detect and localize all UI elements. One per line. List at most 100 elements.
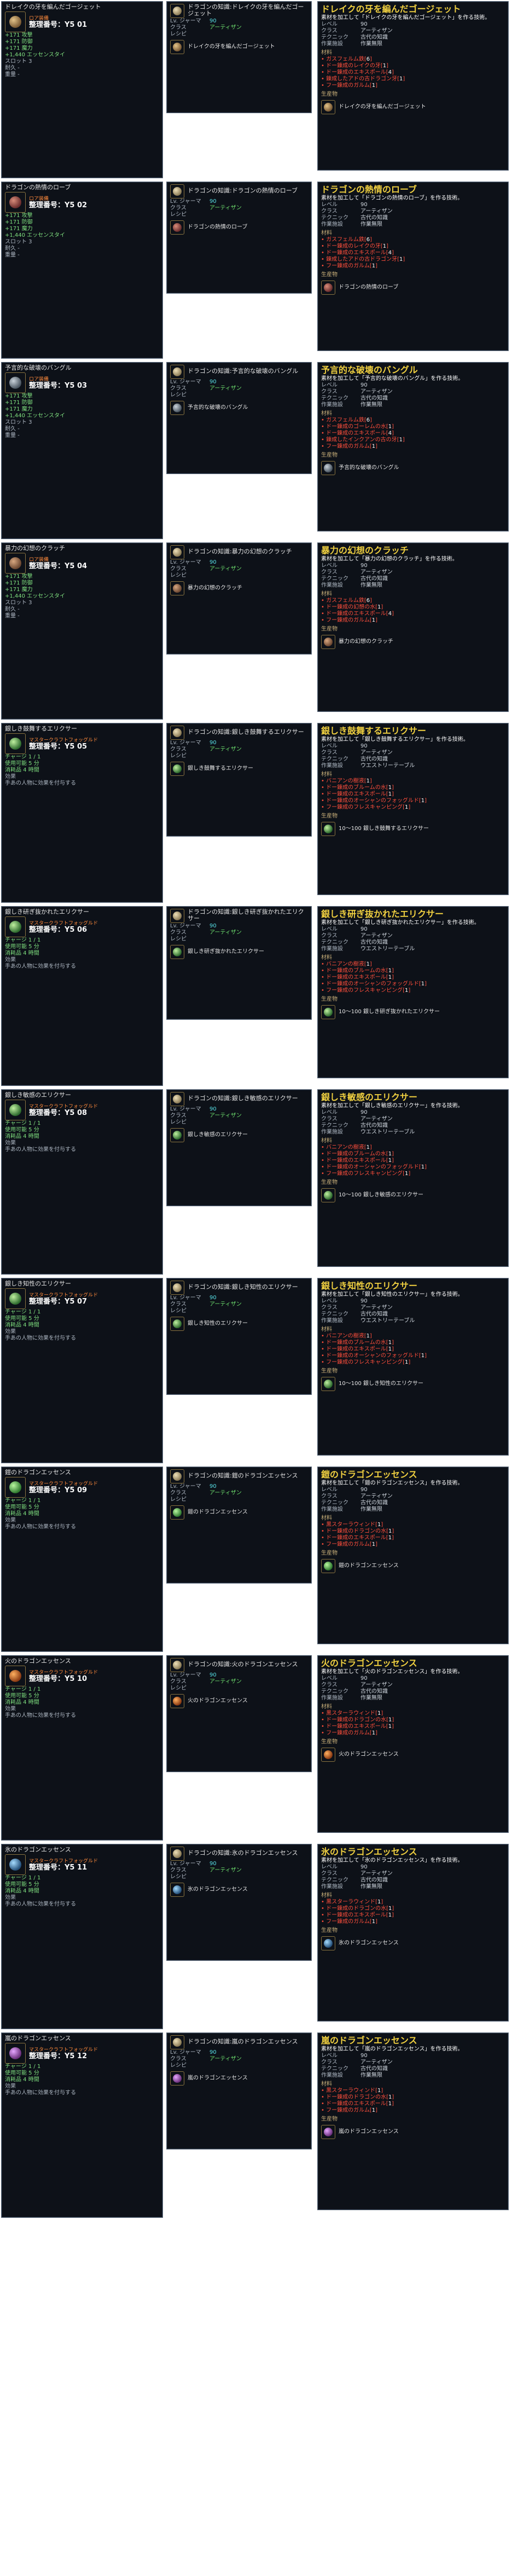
- product-label: 生産物: [321, 813, 338, 819]
- item-stat: 使用可能 5 分: [5, 1316, 39, 1322]
- material-bullet-icon: •: [321, 237, 327, 243]
- item-detail: 重量 -: [5, 252, 20, 258]
- craft-description: 素材を加工して「氷のドラゴンエッセンス」を作る技術。: [321, 1857, 463, 1864]
- item-header-row: マスタークラフトフォッグルド 整理番号：Y5 10: [5, 1666, 159, 1686]
- craft-class-label: クラス: [321, 208, 338, 214]
- item-stat-list: +171 攻撃 +171 防御 +171 魔力 +1,440 エッセンスタイ: [5, 213, 159, 239]
- craft-description: 素材を加工して「ドラゴンの熱情のローブ」を作る技術。: [321, 195, 463, 201]
- item-detail: 重量 -: [5, 72, 20, 78]
- product-name: ドラゴンの熱情のローブ: [339, 284, 399, 290]
- craft-technique-label: テクニック: [321, 395, 348, 401]
- craft-technique-value: 古代の知識: [360, 1500, 388, 1506]
- material-item: • 黒スターラウィンド[1]: [321, 1522, 505, 1528]
- recipe-sub-label: レシピ: [170, 1308, 187, 1314]
- craft-level-value: 90: [360, 21, 368, 27]
- material-name: 錬成したアドの古ドラゴン牙: [326, 256, 398, 262]
- material-name: フー錬成のガルム: [326, 1541, 370, 1547]
- craft-technique-value: 古代の知識: [360, 576, 388, 582]
- item-title: 暴力の幻想のクラッチ: [5, 545, 65, 552]
- recipe-tooltip: ドラゴンの知識:銀しき敏感のエリクサー Lv. ジャーマ 90 クラス アーティザン…: [166, 1089, 312, 1206]
- craft-facility-label: 作業施設: [321, 582, 343, 588]
- material-name: ガスフェルム鉄: [326, 56, 364, 62]
- material-bullet-icon: •: [321, 1535, 327, 1541]
- product-name: 10〜100 銀しき知性のエリクサー: [339, 1381, 423, 1387]
- recipe-level-value: 90: [210, 923, 217, 929]
- recipe-class-value: アーティザン: [210, 1490, 242, 1496]
- crafting-entry: 銀しき研ぎ抜かれたエリクサー マスタークラフトフォッグルド 整理番号：Y5 06…: [0, 905, 512, 1088]
- craft-facility-label: 作業施設: [321, 41, 343, 47]
- craft-facility-label: 作業施設: [321, 1506, 343, 1512]
- craft-description: 素材を加工して「銀しき鼓舞するエリクサー」を作る技術。: [321, 737, 469, 743]
- item-detail: 手あの人物に効果を付与する: [5, 2090, 76, 2096]
- product-icon: [321, 1377, 335, 1391]
- item-detail-list: スロット 3 耐久 - 重量 -: [5, 419, 159, 439]
- product-icon: [321, 1005, 335, 1019]
- scroll-icon: [170, 1092, 184, 1106]
- materials-list: • ガスフェルム鉄[6] • ドー錬成のレイクの牙[1] • ドー錬成のエキスポール…: [321, 56, 505, 89]
- item-tooltip: 暴力の幻想のクラッチ ロア装備 整理番号：Y5 04 +171 攻撃 +171 防…: [1, 542, 163, 720]
- recipe-tooltip: ドラゴンの知識:銀しき研ぎ抜かれたエリクサー Lv. ジャーマ 90 クラス アーテ…: [166, 906, 312, 1020]
- item-stat-list: チャージ 1 / 1 使用可能 5 分消耗品 4 時間: [5, 1309, 159, 1329]
- recipe-class-value: アーティザン: [210, 566, 242, 572]
- craft-level-label: レベル: [321, 2053, 338, 2059]
- craft-description: 素材を加工して「暴力の幻想のクラッチ」を作る技術。: [321, 556, 458, 562]
- craft-title: 火のドラゴンエッセンス: [321, 1658, 417, 1668]
- item-icon: [5, 192, 26, 213]
- item-title: 鎧のドラゴンエッセンス: [5, 1469, 71, 1476]
- bracket-close: ]: [403, 76, 405, 82]
- material-item: • ドー錬成のオーシャンのフォッグルド[1]: [321, 981, 505, 988]
- material-name: フー錬成のフレスキャンピング: [326, 804, 403, 810]
- bracket-close: ]: [370, 417, 373, 423]
- recipe-sub-label: レシピ: [170, 1497, 187, 1503]
- recipe-product-name: 銀しき鼓舞するエリクサー: [188, 766, 253, 772]
- material-item: • ドー錬成のエキスポール[4]: [321, 611, 505, 617]
- craft-skill-tooltip: 銀しき鼓舞するエリクサー 素材を加工して「銀しき鼓舞するエリクサー」を作る技術。…: [317, 723, 509, 895]
- crafting-entry: 予言的な破壊のバングル ロア装備 整理番号：Y5 03 +171 攻撃 +171 …: [0, 361, 512, 541]
- recipe-sub-label: レシピ: [170, 212, 187, 218]
- recipe-sub-label: レシピ: [170, 936, 187, 942]
- bracket-close: ]: [375, 617, 378, 623]
- item-detail-list: 効果 手あの人物に効果を付与する: [5, 774, 159, 787]
- item-stat: 消耗品 4 時間: [5, 1699, 39, 1705]
- craft-technique-label: テクニック: [321, 34, 348, 40]
- material-bullet-icon: •: [321, 617, 327, 623]
- item-detail: 耐久 -: [5, 606, 20, 612]
- material-name: ドー錬成のオーシャンのフォッグルド: [326, 1353, 419, 1359]
- scroll-icon: [170, 2035, 184, 2049]
- product-icon: [321, 100, 335, 114]
- recipe-product-name: 鎧のドラゴンエッセンス: [188, 1509, 248, 1515]
- material-bullet-icon: •: [321, 417, 327, 423]
- material-name: ドー錬成のエキスポール: [326, 69, 386, 75]
- craft-skill-tooltip: 氷のドラゴンエッセンス 素材を加工して「氷のドラゴンエッセンス」を作る技術。 レ…: [317, 1844, 509, 2022]
- craft-level-value: 90: [360, 1864, 368, 1870]
- craft-level-value: 90: [360, 2053, 368, 2059]
- materials-list: • バニアンの樹液[1] • ドー錬成のブルームの水[1] • ドー錬成のエキスポー…: [321, 778, 505, 811]
- material-item: • ドー錬成のエキスポール[1]: [321, 1724, 505, 1730]
- craft-level-value: 90: [360, 1675, 368, 1681]
- product-name: 予言的な破壊のバングル: [339, 465, 399, 471]
- material-bullet-icon: •: [321, 1541, 327, 1547]
- recipe-level-label: Lv. ジャーマ: [170, 379, 201, 385]
- item-detail: 重量 -: [5, 613, 20, 619]
- bracket-close: ]: [369, 778, 372, 784]
- material-bullet-icon: •: [321, 1353, 327, 1359]
- recipe-sub-label: レシピ: [170, 573, 187, 579]
- recipe-class-value: アーティザン: [210, 205, 242, 211]
- craft-class-value: アーティザン: [360, 1871, 393, 1877]
- recipe-level-value: 90: [210, 379, 217, 385]
- item-serial: 整理番号：Y5 10: [29, 1675, 88, 1683]
- item-stat: チャージ 1 / 1: [5, 1309, 41, 1315]
- recipe-level-label: Lv. ジャーマ: [170, 1295, 201, 1301]
- item-detail-list: 効果 手あの人物に効果を付与する: [5, 2083, 159, 2096]
- item-title: 氷のドラゴンエッセンス: [5, 1846, 71, 1853]
- item-title: 予言的な破壊のバングル: [5, 364, 72, 371]
- crafting-entry: 氷のドラゴンエッセンス マスタークラフトフォッグルド 整理番号：Y5 11 チャ…: [0, 1843, 512, 2031]
- recipe-tooltip: ドラゴンの知識:嵐のドラゴンエッセンス Lv. ジャーマ 90 クラス アーティザン…: [166, 2032, 312, 2149]
- material-bullet-icon: •: [321, 2088, 327, 2094]
- material-name: バニアンの樹液: [326, 961, 364, 967]
- scroll-icon: [170, 726, 184, 740]
- material-bullet-icon: •: [321, 968, 327, 974]
- material-bullet-icon: •: [321, 1528, 327, 1534]
- material-name: ドー錬成のオーシャンのフォッグルド: [326, 981, 419, 987]
- recipe-product-name: 予言的な破壊のバングル: [188, 405, 248, 411]
